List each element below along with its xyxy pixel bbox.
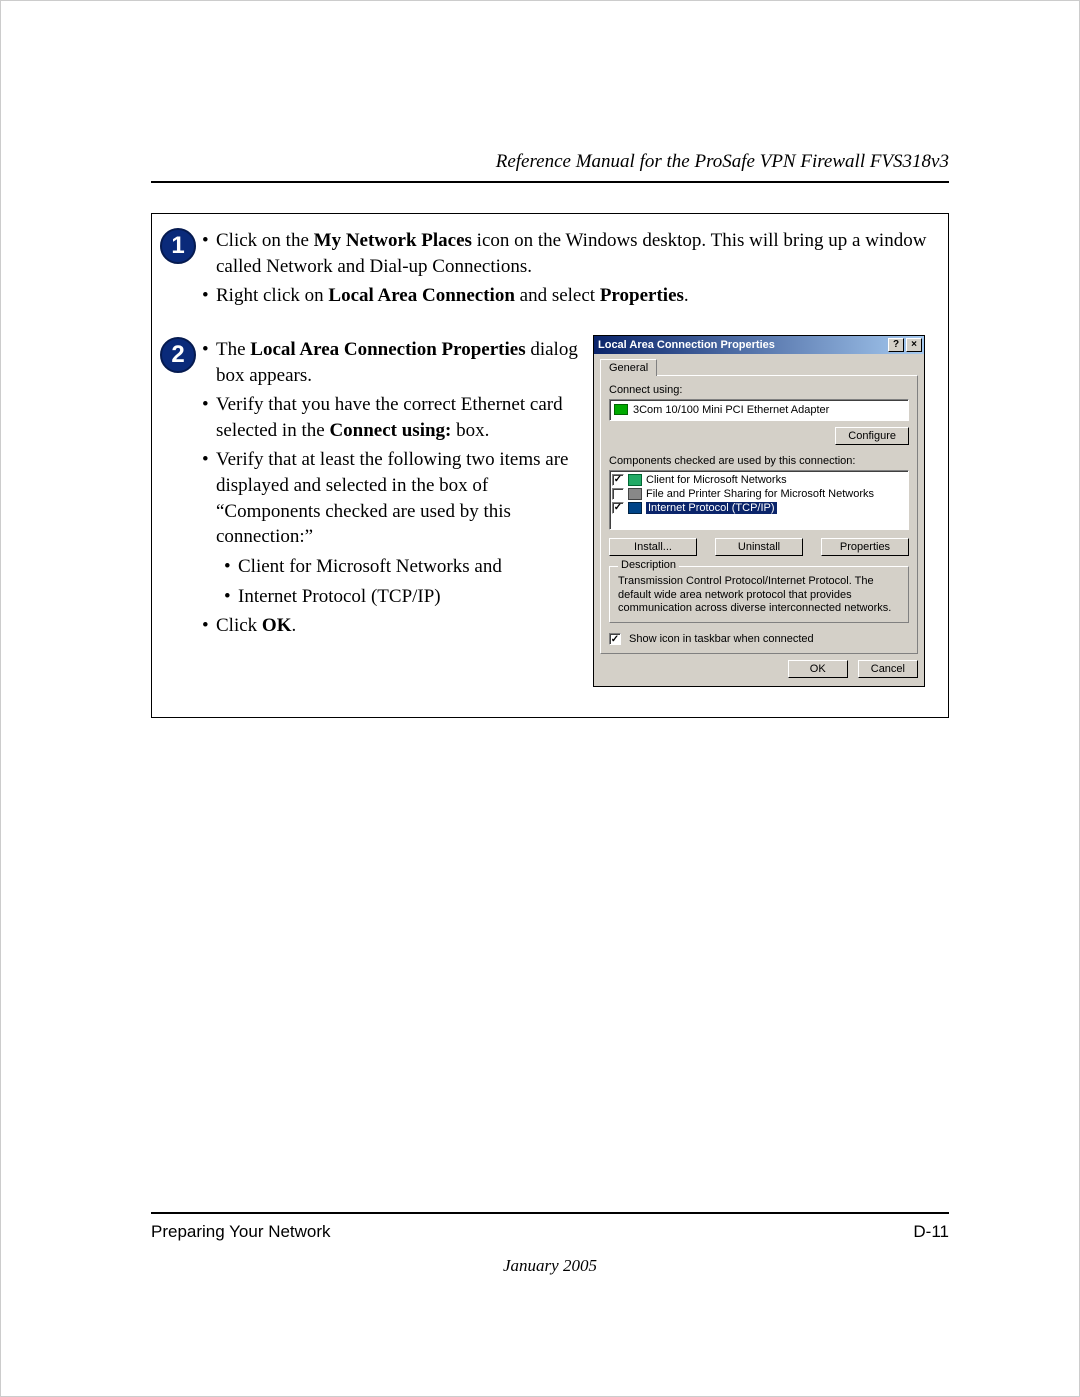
uninstall-button[interactable]: Uninstall [715, 538, 803, 556]
protocol-icon [628, 502, 642, 514]
step-2-line-1: The Local Area Connection Properties dia… [216, 337, 583, 388]
nic-name: 3Com 10/100 Mini PCI Ethernet Adapter [633, 404, 829, 416]
step-1-badge: 1 [160, 228, 196, 264]
header-rule [151, 181, 949, 183]
configure-button[interactable]: Configure [835, 427, 909, 445]
footer-rule [151, 1212, 949, 1214]
step-2-sub-2: Internet Protocol (TCP/IP) [238, 584, 583, 610]
component-file-printer-sharing[interactable]: File and Printer Sharing for Microsoft N… [612, 487, 906, 501]
footer-page-number: D-11 [913, 1222, 949, 1242]
checkbox-icon[interactable]: ✓ [612, 502, 624, 514]
step-2-line-4: Click OK. [216, 613, 583, 639]
service-icon [628, 488, 642, 500]
bullet-dot: • [202, 228, 216, 279]
step-2-line-3: Verify that at least the following two i… [216, 447, 583, 550]
instruction-box: 1 • Click on the My Network Places icon … [151, 213, 949, 718]
step-2-badge: 2 [160, 337, 196, 373]
bullet-dot: • [202, 613, 216, 639]
components-label: Components checked are used by this conn… [609, 455, 909, 467]
properties-button[interactable]: Properties [821, 538, 909, 556]
step-2-sub-1: Client for Microsoft Networks and [238, 554, 583, 580]
page-header: Reference Manual for the ProSafe VPN Fir… [151, 151, 949, 173]
cancel-button[interactable]: Cancel [858, 660, 918, 678]
checkbox-icon[interactable] [612, 488, 624, 500]
step-1-line-2: Right click on Local Area Connection and… [216, 283, 938, 309]
nic-field[interactable]: 3Com 10/100 Mini PCI Ethernet Adapter [609, 399, 909, 421]
close-button[interactable]: × [906, 338, 922, 352]
taskbar-checkbox[interactable]: ✓ [609, 633, 621, 645]
nic-icon [614, 404, 628, 415]
lan-properties-dialog: Local Area Connection Properties ? × Gen… [593, 335, 925, 687]
footer-section: Preparing Your Network [151, 1222, 331, 1242]
step-1-line-1: Click on the My Network Places icon on t… [216, 228, 938, 279]
checkbox-icon[interactable]: ✓ [612, 474, 624, 486]
bullet-dot: • [202, 447, 216, 550]
bullet-dot: • [224, 584, 238, 610]
component-client-ms-networks[interactable]: ✓ Client for Microsoft Networks [612, 473, 906, 487]
bullet-dot: • [202, 283, 216, 309]
dialog-title: Local Area Connection Properties [598, 339, 886, 351]
bullet-dot: • [202, 392, 216, 443]
components-list[interactable]: ✓ Client for Microsoft Networks File and… [609, 470, 909, 530]
ok-button[interactable]: OK [788, 660, 848, 678]
description-text: Transmission Control Protocol/Internet P… [618, 575, 900, 616]
step-2-line-2: Verify that you have the correct Etherne… [216, 392, 583, 443]
install-button[interactable]: Install... [609, 538, 697, 556]
tab-general[interactable]: General [600, 359, 657, 376]
bullet-dot: • [202, 337, 216, 388]
bullet-dot: • [224, 554, 238, 580]
client-icon [628, 474, 642, 486]
description-title: Description [618, 559, 679, 571]
footer-date: January 2005 [151, 1256, 949, 1276]
help-button[interactable]: ? [888, 338, 904, 352]
component-tcp-ip[interactable]: ✓ Internet Protocol (TCP/IP) [612, 501, 906, 515]
connect-using-label: Connect using: [609, 384, 909, 396]
taskbar-label: Show icon in taskbar when connected [629, 633, 814, 645]
